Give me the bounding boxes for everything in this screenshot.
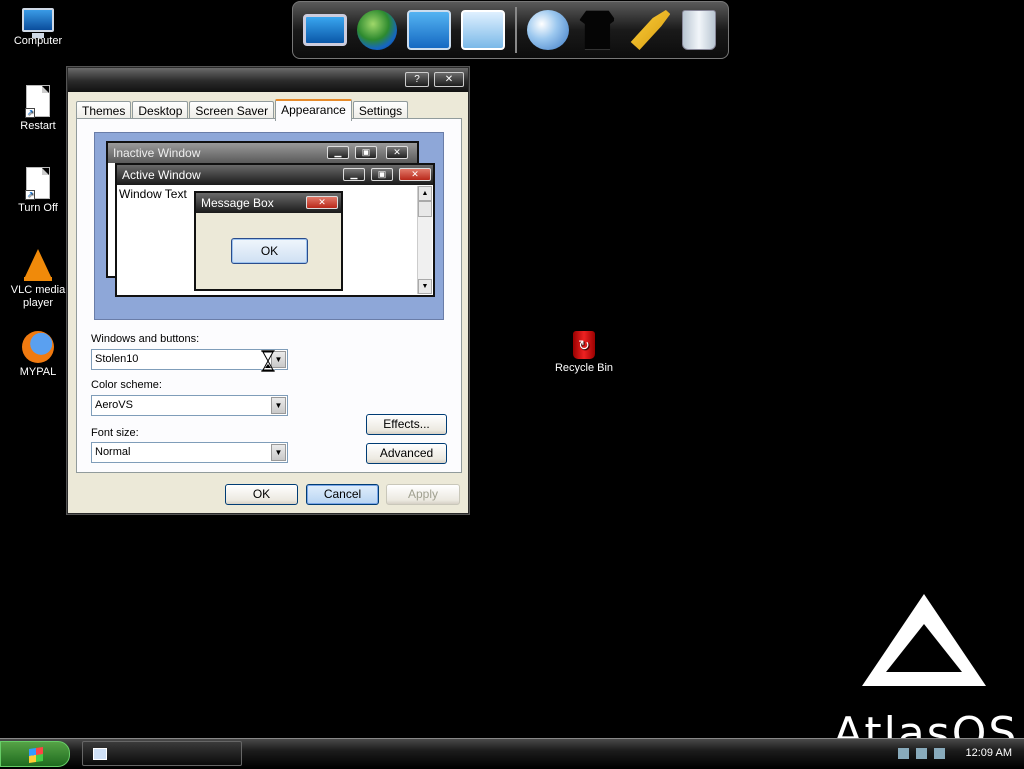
appearance-preview: Inactive Window ▁ ▣ ✕ Active Window ▁ ▣ … — [94, 132, 444, 320]
atlas-logo-icon — [862, 594, 986, 686]
effects-button[interactable]: Effects... — [366, 414, 447, 435]
dock-item-recycle-bin[interactable] — [680, 7, 718, 53]
desktop-icon-restart[interactable]: ↗ Restart — [0, 85, 76, 133]
preview-active-title-text: Active Window — [122, 168, 201, 182]
font-size-label: Font size: — [91, 427, 139, 439]
desktop-icon-label: MYPAL — [19, 366, 57, 378]
tools-icon — [630, 10, 671, 50]
chevron-down-icon[interactable]: ▼ — [271, 444, 286, 461]
preview-ok-button: OK — [231, 238, 308, 264]
scroll-down-icon: ▼ — [418, 279, 432, 294]
cancel-button[interactable]: Cancel — [306, 484, 379, 505]
system-tray: 12:09 AM — [864, 739, 1024, 769]
taskbar-window-button[interactable] — [82, 741, 242, 766]
dock-item-network[interactable] — [357, 7, 397, 53]
advanced-button[interactable]: Advanced — [366, 443, 447, 464]
internet-icon — [526, 10, 569, 50]
recycle-bin-icon: ↻ — [573, 331, 595, 359]
dock-item-control-panel[interactable] — [461, 7, 505, 53]
dock — [292, 1, 729, 59]
shirt-icon — [579, 10, 616, 50]
minimize-icon: ▁ — [343, 168, 365, 181]
apply-button: Apply — [386, 484, 460, 505]
dialog-title-bar[interactable]: ? ✕ — [68, 68, 468, 92]
dock-separator — [515, 7, 517, 53]
hourglass-cursor-icon — [261, 350, 275, 372]
desktop-icon-computer[interactable]: Computer — [0, 4, 76, 48]
shortcut-file-icon: ↗ — [25, 167, 50, 200]
close-icon: ✕ — [306, 196, 338, 209]
taskbar: 12:09 AM — [0, 738, 1024, 768]
desktop-icon-label: Turn Off — [18, 202, 58, 214]
files-icon — [407, 10, 451, 50]
keyboard-tray-icon[interactable] — [934, 748, 945, 759]
close-icon: ✕ — [386, 146, 408, 159]
dock-item-tools[interactable] — [626, 7, 671, 53]
globe-network-icon — [357, 10, 397, 50]
monitor-icon — [303, 14, 347, 46]
vlc-cone-icon — [24, 249, 52, 281]
windows-buttons-value: Stolen10 — [95, 353, 139, 365]
computer-icon — [22, 8, 54, 38]
color-scheme-value: AeroVS — [95, 399, 133, 411]
dock-item-themes[interactable] — [579, 7, 617, 53]
dock-item-internet[interactable] — [526, 7, 569, 53]
close-button[interactable]: ✕ — [434, 72, 464, 87]
display-properties-dialog: ? ✕ Themes Desktop Screen Saver Appearan… — [67, 67, 469, 514]
shortcut-file-icon: ↗ — [25, 85, 50, 118]
scroll-up-icon: ▲ — [418, 186, 432, 201]
windows-logo-icon — [29, 747, 43, 763]
windows-buttons-label: Windows and buttons: — [91, 333, 200, 345]
tab-strip: Themes Desktop Screen Saver Appearance S… — [76, 98, 409, 121]
recycle-bin-icon — [682, 10, 717, 50]
chevron-down-icon[interactable]: ▼ — [271, 397, 286, 414]
desktop-icon-label: Recycle Bin — [554, 362, 614, 374]
preview-active-title: Active Window ▁ ▣ ✕ — [117, 165, 433, 185]
help-button[interactable]: ? — [405, 72, 429, 87]
ok-button[interactable]: OK — [225, 484, 298, 505]
dock-item-files[interactable] — [407, 7, 451, 53]
close-icon: ✕ — [399, 168, 431, 181]
color-scheme-label: Color scheme: — [91, 379, 162, 391]
clock[interactable]: 12:09 AM — [966, 747, 1012, 759]
preview-scrollbar: ▲ ▼ — [417, 186, 432, 294]
network-tray-icon[interactable] — [898, 748, 909, 759]
preview-inactive-title: Inactive Window ▁ ▣ ✕ — [108, 143, 417, 163]
font-size-select[interactable]: Normal ▼ — [91, 442, 288, 463]
desktop-icon-turn-off[interactable]: ↗ Turn Off — [0, 167, 76, 215]
scroll-thumb — [418, 201, 432, 217]
windows-buttons-select[interactable]: Stolen10 ▼ — [91, 349, 288, 370]
preview-inactive-title-text: Inactive Window — [113, 146, 201, 160]
window-icon — [93, 748, 107, 760]
maximize-icon: ▣ — [371, 168, 393, 181]
font-size-value: Normal — [95, 446, 131, 458]
preview-message-box: Message Box ✕ OK — [194, 191, 343, 291]
desktop-icon-vlc[interactable]: VLC media player — [0, 249, 76, 310]
maximize-icon: ▣ — [355, 146, 377, 159]
volume-tray-icon[interactable] — [916, 748, 927, 759]
start-button[interactable] — [0, 741, 70, 767]
preview-message-title-text: Message Box — [201, 196, 274, 210]
desktop-icon-mypal[interactable]: MYPAL — [0, 331, 76, 379]
preview-message-title: Message Box ✕ — [196, 193, 341, 213]
dock-item-computer[interactable] — [303, 7, 347, 53]
desktop-icon-label: VLC media player — [10, 284, 66, 309]
chart-icon — [461, 10, 505, 50]
minimize-icon: ▁ — [327, 146, 349, 159]
desktop-icon-label: Restart — [20, 120, 56, 132]
appearance-panel: Inactive Window ▁ ▣ ✕ Active Window ▁ ▣ … — [76, 118, 462, 473]
desktop-icon-recycle-bin[interactable]: ↻ Recycle Bin — [546, 331, 622, 375]
color-scheme-select[interactable]: AeroVS ▼ — [91, 395, 288, 416]
preview-window-text: Window Text — [119, 187, 187, 201]
mypal-browser-icon — [22, 331, 54, 363]
tab-appearance[interactable]: Appearance — [275, 99, 352, 121]
